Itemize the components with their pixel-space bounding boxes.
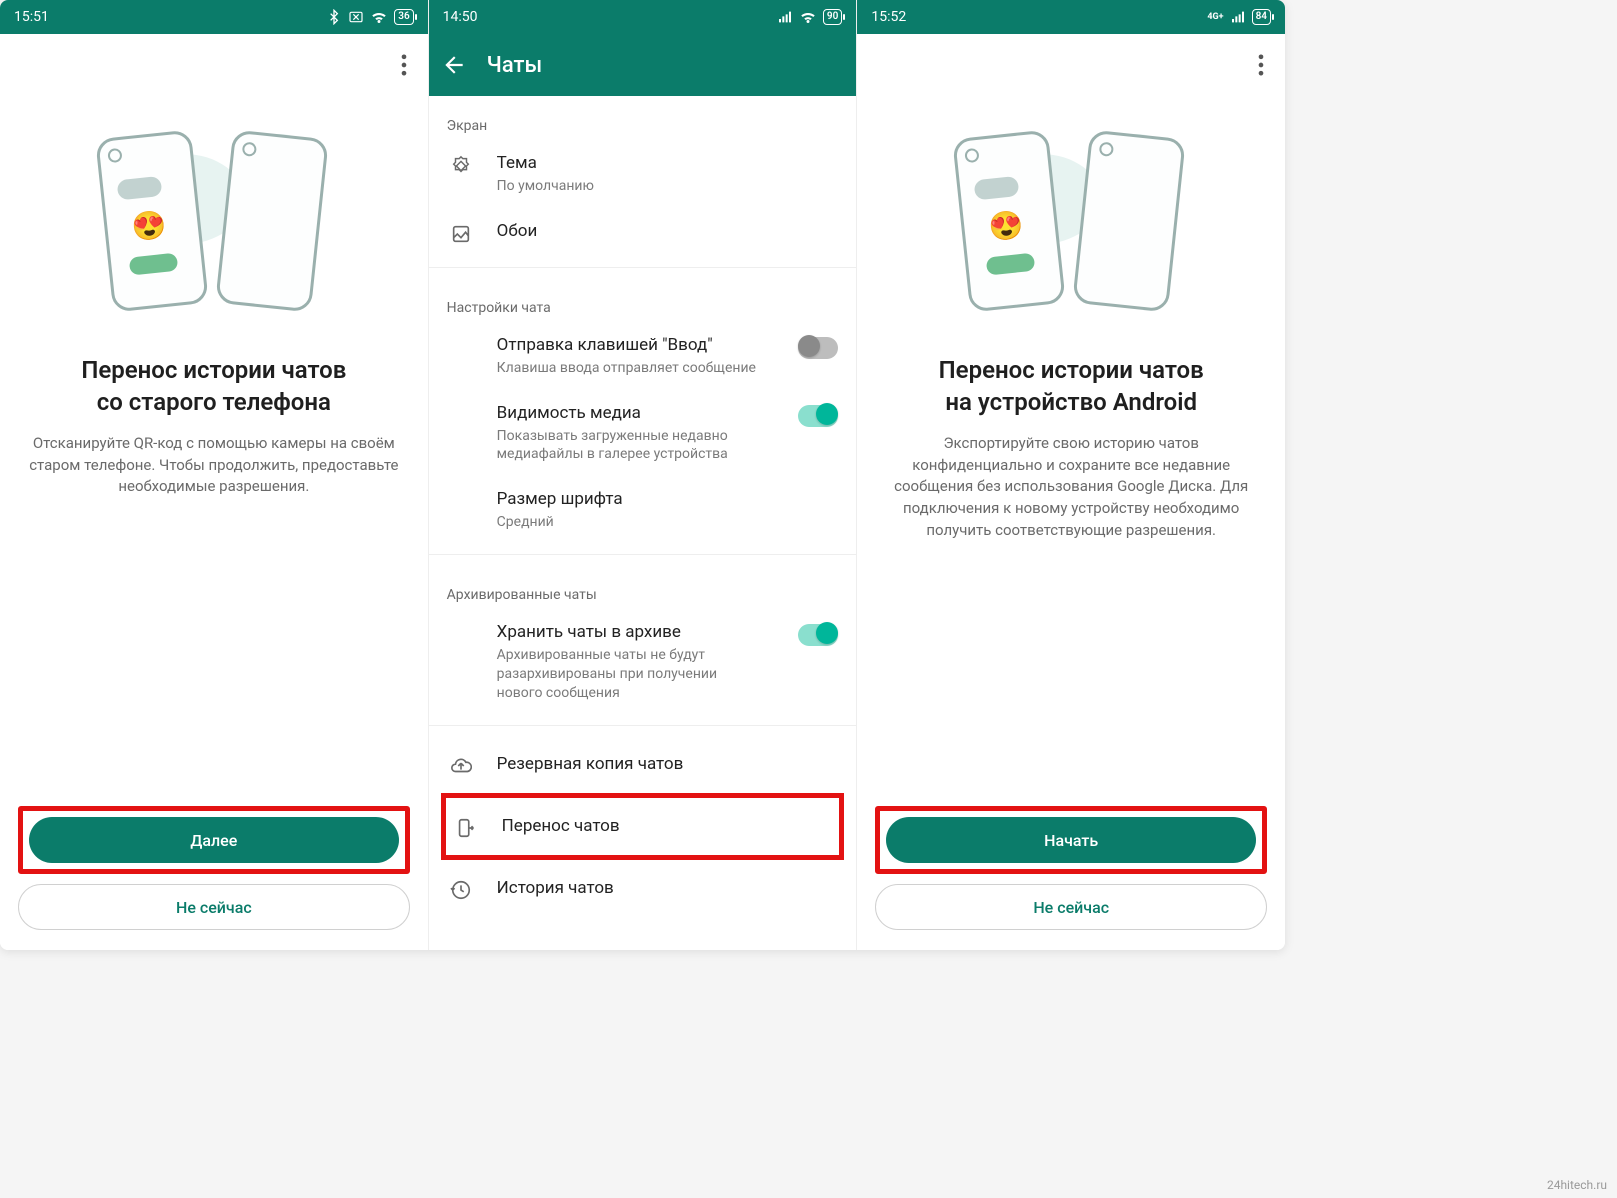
watermark: 24hitech.ru xyxy=(1547,1178,1607,1192)
row-subtitle: Архивированные чаты не будут разархивиро… xyxy=(497,646,765,703)
brightness-icon xyxy=(447,152,475,177)
cloud-upload-icon xyxy=(447,752,475,777)
page-title: Перенос истории чатов на устройство Andr… xyxy=(881,354,1261,419)
overflow-menu-icon[interactable] xyxy=(390,51,418,79)
page-description: Отсканируйте QR-код с помощью камеры на … xyxy=(24,433,404,498)
illustration: 😍 xyxy=(857,96,1285,334)
status-bar: 15:52 4G+ 84 xyxy=(857,0,1285,34)
bluetooth-icon xyxy=(326,9,342,25)
status-time: 14:50 xyxy=(443,9,478,25)
battery-icon: 84 xyxy=(1252,9,1271,25)
status-time: 15:51 xyxy=(14,9,49,25)
battery-icon: 90 xyxy=(823,9,842,25)
toolbar xyxy=(857,34,1285,96)
wallpaper-icon xyxy=(447,220,475,245)
toolbar xyxy=(0,34,428,96)
next-button[interactable]: Далее xyxy=(29,817,399,863)
row-title: Обои xyxy=(497,220,839,243)
row-backup[interactable]: Резервная копия чатов xyxy=(429,736,857,793)
screen-chat-settings: 14:50 90 Чаты Экран xyxy=(428,0,857,950)
section-label-archive: Архивированные чаты xyxy=(429,565,857,609)
content: Перенос истории чатов на устройство Andr… xyxy=(857,334,1285,792)
row-subtitle: Показывать загруженные недавно медиафайл… xyxy=(497,427,765,465)
row-subtitle: Клавиша ввода отправляет сообщение xyxy=(497,359,765,378)
row-subtitle: По умолчанию xyxy=(497,177,839,196)
section-label-chat: Настройки чата xyxy=(429,278,857,322)
highlight-frame: Далее xyxy=(18,806,410,874)
not-now-button[interactable]: Не сейчас xyxy=(18,884,410,930)
history-icon xyxy=(447,876,475,901)
row-title: Отправка клавишей "Ввод" xyxy=(497,334,765,357)
row-title: История чатов xyxy=(497,877,839,900)
row-title: Перенос чатов xyxy=(502,815,834,838)
page-title: Перенос истории чатов со старого телефон… xyxy=(24,354,404,419)
transfer-icon xyxy=(452,814,480,839)
row-title: Резервная копия чатов xyxy=(497,753,839,776)
toggle-keep-archived[interactable] xyxy=(798,624,838,646)
mute-icon xyxy=(348,9,364,25)
status-bar: 15:51 36 xyxy=(0,0,428,34)
row-title: Тема xyxy=(497,152,839,175)
not-now-button[interactable]: Не сейчас xyxy=(875,884,1267,930)
toggle-media-visibility[interactable] xyxy=(798,405,838,427)
row-title: Хранить чаты в архиве xyxy=(497,621,765,644)
screen-transfer-old-phone: 15:51 36 xyxy=(0,0,428,950)
status-bar: 14:50 90 xyxy=(429,0,857,34)
row-keep-archived[interactable]: Хранить чаты в архиве Архивированные чат… xyxy=(429,609,857,715)
highlight-frame: Начать xyxy=(875,806,1267,874)
toggle-enter-send[interactable] xyxy=(798,337,838,359)
wifi-icon xyxy=(799,8,817,26)
row-transfer-chats[interactable]: Перенос чатов xyxy=(446,804,840,849)
signal-icon xyxy=(1230,9,1246,25)
row-theme[interactable]: Тема По умолчанию xyxy=(429,140,857,208)
status-time: 15:52 xyxy=(871,9,906,25)
bottom-actions: Далее Не сейчас xyxy=(0,792,428,950)
app-bar: Чаты xyxy=(429,34,857,96)
row-wallpaper[interactable]: Обои xyxy=(429,208,857,257)
signal-icon xyxy=(777,9,793,25)
row-font-size[interactable]: Размер шрифта Средний xyxy=(429,476,857,544)
bottom-actions: Начать Не сейчас xyxy=(857,792,1285,950)
overflow-menu-icon[interactable] xyxy=(1247,51,1275,79)
start-button[interactable]: Начать xyxy=(886,817,1256,863)
illustration: 😍 xyxy=(0,96,428,334)
battery-icon: 36 xyxy=(394,9,413,25)
screen-transfer-android: 15:52 4G+ 84 😍 xyxy=(856,0,1285,950)
row-title: Видимость медиа xyxy=(497,402,765,425)
row-history[interactable]: История чатов xyxy=(429,860,857,917)
row-subtitle: Средний xyxy=(497,513,839,532)
page-description: Экспортируйте свою историю чатов конфиде… xyxy=(881,433,1261,542)
back-icon[interactable] xyxy=(441,52,467,78)
section-label-display: Экран xyxy=(429,96,857,140)
content: Перенос истории чатов со старого телефон… xyxy=(0,334,428,792)
row-title: Размер шрифта xyxy=(497,488,839,511)
wifi-icon xyxy=(370,8,388,26)
network-type-icon: 4G+ xyxy=(1207,12,1223,22)
app-bar-title: Чаты xyxy=(487,53,543,78)
row-enter-send[interactable]: Отправка клавишей "Ввод" Клавиша ввода о… xyxy=(429,322,857,390)
row-media-visibility[interactable]: Видимость медиа Показывать загруженные н… xyxy=(429,390,857,477)
highlight-frame: Перенос чатов xyxy=(441,793,845,860)
